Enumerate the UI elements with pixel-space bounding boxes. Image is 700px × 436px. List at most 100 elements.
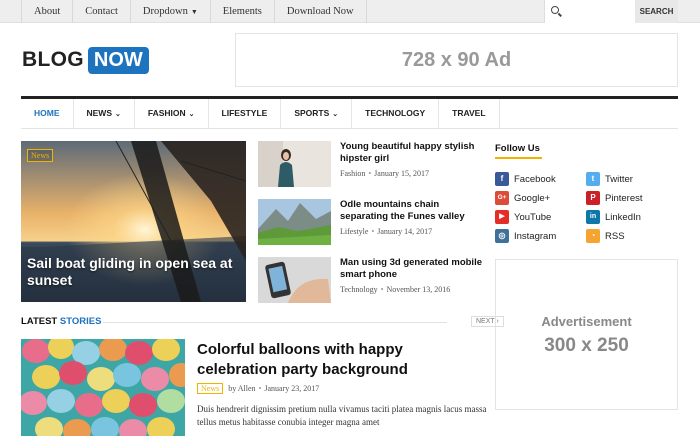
post-category[interactable]: Technology <box>340 285 378 294</box>
header-ad-banner[interactable]: 728 x 90 Ad <box>235 33 678 87</box>
post-title[interactable]: Young beautiful happy stylish hipster gi… <box>340 141 486 165</box>
social-link-twitter[interactable]: t Twitter <box>586 172 633 186</box>
main-nav-technology[interactable]: TECHNOLOGY <box>352 99 440 128</box>
logo-text-blog: BLOG <box>22 48 84 71</box>
post-category[interactable]: Fashion <box>340 169 365 178</box>
top-nav-about[interactable]: About <box>21 0 74 23</box>
pinterest-icon: P <box>586 191 600 205</box>
social-link-youtube[interactable]: ▶ YouTube <box>495 210 551 224</box>
main-nav-news-label: NEWS <box>86 108 113 118</box>
post-date: January 15, 2017 <box>374 169 430 178</box>
list-item[interactable]: Odle mountains chain separating the Fune… <box>258 199 483 245</box>
story-author[interactable]: by Allen <box>228 384 255 393</box>
hipster-girl-image <box>258 141 331 187</box>
social-label: Google+ <box>514 192 551 204</box>
story-thumbnail[interactable] <box>21 339 185 436</box>
social-link-pinterest[interactable]: P Pinterest <box>586 191 643 205</box>
logo-text-now: NOW <box>87 46 149 74</box>
top-nav-about-label: About <box>34 6 61 17</box>
featured-post-title[interactable]: Sail boat gliding in open sea at sunset <box>27 255 242 289</box>
meta-separator: • <box>380 285 384 294</box>
story-excerpt: Duis hendrerit dignissim pretium nulla v… <box>197 404 487 427</box>
chevron-down-icon: ⌄ <box>115 111 121 118</box>
social-label: Twitter <box>605 173 633 185</box>
top-nav-contact-label: Contact <box>85 6 118 17</box>
meta-separator: • <box>258 384 262 393</box>
chevron-down-icon: ▼ <box>190 8 198 16</box>
stories-label: STORIES <box>59 316 102 327</box>
post-meta: Lifestyle • January 14, 2017 <box>340 227 432 236</box>
top-nav-elements[interactable]: Elements <box>211 0 275 23</box>
meta-separator: • <box>371 227 375 236</box>
main-nav-fashion-label: FASHION <box>147 108 186 118</box>
social-link-linkedin[interactable]: in LinkedIn <box>586 210 641 224</box>
social-link-facebook[interactable]: f Facebook <box>495 172 556 186</box>
instagram-icon: ◎ <box>495 229 509 243</box>
top-nav-download[interactable]: Download Now <box>275 0 367 23</box>
follow-us-title: Follow Us <box>495 143 540 154</box>
rss-icon: ◔ <box>586 229 600 243</box>
main-nav-sports[interactable]: SPORTS ⌄ <box>281 99 353 128</box>
story-date: January 23, 2017 <box>264 384 320 393</box>
sidebar-ad[interactable]: Advertisement 300 x 250 <box>495 259 678 410</box>
featured-post[interactable]: News Sail boat gliding in open sea at su… <box>21 141 246 302</box>
post-meta: Fashion • January 15, 2017 <box>340 169 429 178</box>
post-title[interactable]: Man using 3d generated mobile smart phon… <box>340 257 486 281</box>
post-category[interactable]: Lifestyle <box>340 227 368 236</box>
featured-category-badge[interactable]: News <box>27 149 54 162</box>
list-item[interactable]: Young beautiful happy stylish hipster gi… <box>258 141 483 187</box>
latest-label: LATEST <box>21 316 58 327</box>
post-title[interactable]: Odle mountains chain separating the Fune… <box>340 199 486 223</box>
latest-stories-title: LATEST STORIES <box>21 316 101 327</box>
smartphone-hand-image <box>258 257 331 303</box>
search-input[interactable] <box>544 0 635 23</box>
main-nav-travel[interactable]: TRAVEL <box>439 99 500 128</box>
social-label: Pinterest <box>605 192 643 204</box>
list-item[interactable]: Man using 3d generated mobile smart phon… <box>258 257 483 303</box>
top-nav-dropdown-label: Dropdown <box>142 6 188 17</box>
social-label: YouTube <box>514 211 552 223</box>
section-divider <box>103 322 447 323</box>
top-nav-dropdown[interactable]: Dropdown ▼ <box>131 0 211 23</box>
main-nav-home-label: HOME <box>34 108 60 118</box>
youtube-icon: ▶ <box>495 210 509 224</box>
social-label: Facebook <box>514 173 556 185</box>
social-link-googleplus[interactable]: G+ Google+ <box>495 191 550 205</box>
social-link-instagram[interactable]: ◎ Instagram <box>495 229 556 243</box>
top-nav-download-label: Download Now <box>286 6 354 17</box>
main-nav-lifestyle[interactable]: LIFESTYLE <box>209 99 282 128</box>
site-logo[interactable]: BLOG NOW <box>22 46 149 74</box>
post-thumbnail[interactable] <box>258 141 331 187</box>
main-nav-technology-label: TECHNOLOGY <box>365 108 426 118</box>
post-meta: Technology • November 13, 2016 <box>340 285 450 294</box>
main-nav-sports-label: SPORTS <box>294 108 330 118</box>
main-nav-home[interactable]: HOME <box>21 99 74 128</box>
social-link-rss[interactable]: ◔ RSS <box>586 229 625 243</box>
social-label: LinkedIn <box>605 211 641 223</box>
googleplus-icon: G+ <box>495 191 509 205</box>
post-thumbnail[interactable] <box>258 199 331 245</box>
post-date: January 14, 2017 <box>377 227 433 236</box>
facebook-icon: f <box>495 172 509 186</box>
top-nav-elements-label: Elements <box>222 6 262 17</box>
linkedin-icon: in <box>586 210 600 224</box>
main-nav-fashion[interactable]: FASHION ⌄ <box>135 99 209 128</box>
main-nav: HOME NEWS ⌄ FASHION ⌄ LIFESTYLE SPORTS ⌄ TE… <box>21 96 678 129</box>
post-date: November 13, 2016 <box>386 285 451 294</box>
balloons-image <box>21 339 185 436</box>
top-bar: About Contact Dropdown ▼ Elements Downloa… <box>0 0 700 23</box>
chevron-down-icon: ⌄ <box>188 111 195 118</box>
latest-stories-header: LATEST STORIES NEXT › <box>21 316 504 330</box>
top-nav: About Contact Dropdown ▼ Elements Downloa… <box>21 0 367 23</box>
post-thumbnail[interactable] <box>258 257 331 303</box>
search-button[interactable]: SEARCH <box>635 0 678 23</box>
story-title[interactable]: Colorful balloons with happy celebration… <box>197 340 487 380</box>
top-nav-contact[interactable]: Contact <box>73 0 131 23</box>
story-category-badge[interactable]: News <box>197 383 224 394</box>
main-nav-lifestyle-label: LIFESTYLE <box>221 108 268 118</box>
follow-us-underline <box>495 157 542 159</box>
social-label: RSS <box>605 230 625 242</box>
main-nav-news[interactable]: NEWS ⌄ <box>74 99 135 128</box>
search-icon <box>551 6 559 14</box>
sidebar-ad-label: Advertisement <box>541 314 632 329</box>
